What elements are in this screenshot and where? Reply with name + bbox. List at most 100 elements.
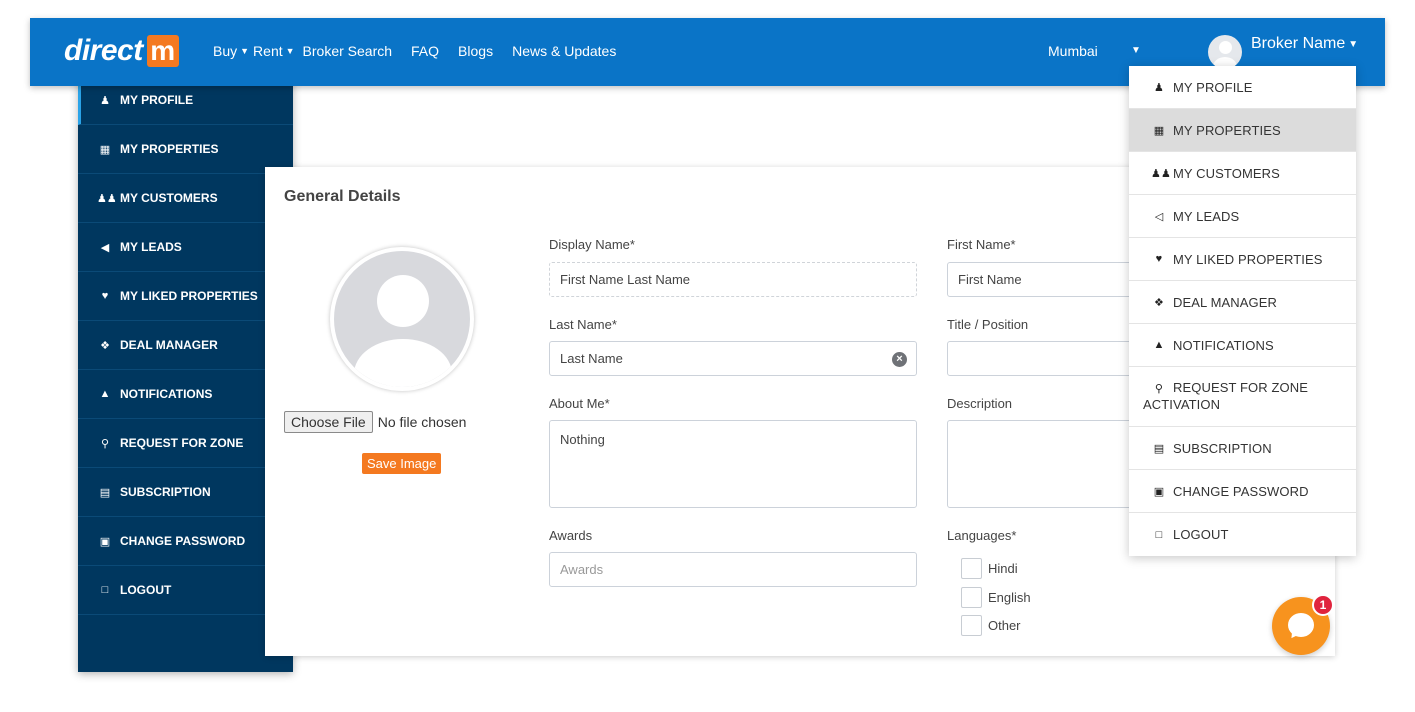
first-name-value: First Name xyxy=(958,272,1022,287)
logo-text: direct xyxy=(64,34,143,67)
section-title: General Details xyxy=(284,188,401,205)
nav-blogs[interactable]: Blogs xyxy=(458,43,493,59)
user-dropdown-menu: ♟ MY PROFILE ▦ MY PROPERTIES ♟♟ MY CUSTOMER… xyxy=(1129,66,1356,556)
awards-placeholder: Awards xyxy=(560,562,604,577)
menu-item-label: MY PROFILE xyxy=(1173,79,1253,95)
other-label: Other xyxy=(988,618,1021,633)
menu-item-label: CHANGE PASSWORD xyxy=(1173,483,1309,499)
nav-faq[interactable]: FAQ xyxy=(411,43,439,59)
menu-item-request-for-zone-activation[interactable]: ⚲ REQUEST FOR ZONE ACTIVATION xyxy=(1129,367,1356,427)
description-textarea[interactable] xyxy=(947,420,1137,508)
display-name-value: First Name Last Name xyxy=(560,272,691,287)
language-option-other[interactable]: Other xyxy=(961,615,1021,636)
city-selector[interactable]: Mumbai xyxy=(1048,43,1098,59)
menu-item-my-properties[interactable]: ▦ MY PROPERTIES xyxy=(1129,109,1356,152)
menu-item-my-leads[interactable]: ◁ MY LEADS xyxy=(1129,195,1356,238)
awards-field[interactable]: Awards xyxy=(549,552,917,587)
user-menu-toggle[interactable]: Broker Name ▼ xyxy=(1251,35,1358,53)
menu-item-deal-manager[interactable]: ❖ DEAL MANAGER xyxy=(1129,281,1356,324)
menu-item-logout[interactable]: □ LOGOUT xyxy=(1129,513,1356,556)
menu-item-my-customers[interactable]: ♟♟ MY CUSTOMERS xyxy=(1129,152,1356,195)
profile-photo-placeholder xyxy=(330,247,474,391)
city-caret-down-icon[interactable]: ▼ xyxy=(1131,45,1141,56)
sidebar: ♟ MY PROFILE ▦ MY PROPERTIES ♟♟ MY CUSTOMER… xyxy=(78,76,293,672)
title-position-field[interactable] xyxy=(947,341,1137,376)
language-option-hindi[interactable]: Hindi xyxy=(961,558,1018,579)
sidebar-item-my-leads[interactable]: ◀ MY LEADS xyxy=(78,223,293,272)
sidebar-item-deal-manager[interactable]: ❖ DEAL MANAGER xyxy=(78,321,293,370)
user-name: Broker Name xyxy=(1251,35,1346,52)
chat-widget-button[interactable]: 1 xyxy=(1272,594,1334,655)
menu-item-notifications[interactable]: ▲ NOTIFICATIONS xyxy=(1129,324,1356,367)
choose-file-button[interactable]: Choose File xyxy=(284,411,373,433)
user-avatar[interactable] xyxy=(1208,35,1242,69)
last-name-field[interactable]: Last Name × xyxy=(549,341,917,376)
menu-item-label-line1: ⚲ REQUEST FOR ZONE xyxy=(1143,380,1356,397)
photo-body-shape xyxy=(354,339,452,387)
hindi-checkbox[interactable] xyxy=(961,558,982,579)
caret-down-icon: ▼ xyxy=(1348,38,1359,50)
menu-item-label: SUBSCRIPTION xyxy=(1173,440,1272,456)
save-image-button[interactable]: Save Image xyxy=(362,453,442,474)
nav-broker-search[interactable]: Broker Search xyxy=(303,43,392,59)
about-me-textarea[interactable]: Nothing xyxy=(549,420,917,508)
hindi-label: Hindi xyxy=(988,561,1018,576)
sidebar-item-request-for-zone[interactable]: ⚲ REQUEST FOR ZONE xyxy=(78,419,293,468)
users-icon: ♟♟ xyxy=(1151,167,1171,180)
sidebar-item-label: LOGOUT xyxy=(120,583,172,597)
nav-rent[interactable]: Rent ▼ xyxy=(253,43,295,59)
nav-news-updates[interactable]: News & Updates xyxy=(512,43,616,59)
user-icon: ♟ xyxy=(100,94,110,107)
sidebar-item-label: NOTIFICATIONS xyxy=(120,387,213,401)
key-icon: ⚲ xyxy=(100,437,110,450)
heart-icon: ♥ xyxy=(101,290,109,302)
logo[interactable]: direct m xyxy=(64,35,179,67)
first-name-label: First Name* xyxy=(947,237,1016,252)
menu-item-label: REQUEST FOR ZONE xyxy=(1173,380,1308,395)
sidebar-item-my-customers[interactable]: ♟♟ MY CUSTOMERS xyxy=(78,174,293,223)
menu-item-subscription[interactable]: ▤ SUBSCRIPTION xyxy=(1129,427,1356,470)
nav-buy[interactable]: Buy ▼ xyxy=(213,43,249,59)
menu-item-my-profile[interactable]: ♟ MY PROFILE xyxy=(1129,66,1356,109)
sidebar-item-label: SUBSCRIPTION xyxy=(120,485,211,499)
sidebar-item-subscription[interactable]: ▤ SUBSCRIPTION xyxy=(78,468,293,517)
caret-down-icon: ▼ xyxy=(285,46,295,56)
display-name-field[interactable]: First Name Last Name xyxy=(549,262,917,297)
file-status-text: No file chosen xyxy=(377,414,467,430)
english-checkbox[interactable] xyxy=(961,587,982,608)
about-me-label: About Me* xyxy=(549,396,610,411)
menu-item-label: MY LIKED PROPERTIES xyxy=(1173,251,1323,267)
about-me-value: Nothing xyxy=(560,432,605,447)
awards-label: Awards xyxy=(549,528,593,543)
sidebar-item-my-properties[interactable]: ▦ MY PROPERTIES xyxy=(78,125,293,174)
logo-mark: m xyxy=(146,35,179,67)
chat-unread-badge: 1 xyxy=(1312,594,1334,616)
first-name-field[interactable]: First Name xyxy=(947,262,1137,297)
handshake-icon: ❖ xyxy=(100,339,110,352)
users-icon: ♟♟ xyxy=(97,192,117,205)
menu-item-label: NOTIFICATIONS xyxy=(1173,337,1274,353)
menu-item-my-liked-properties[interactable]: ♥ MY LIKED PROPERTIES xyxy=(1129,238,1356,281)
menu-item-label: DEAL MANAGER xyxy=(1173,294,1278,310)
sidebar-item-logout[interactable]: □ LOGOUT xyxy=(78,566,293,615)
menu-item-label: LOGOUT xyxy=(1173,527,1229,542)
clear-input-icon[interactable]: × xyxy=(892,352,907,367)
sidebar-item-my-liked-properties[interactable]: ♥ MY LIKED PROPERTIES xyxy=(78,272,293,321)
id-card-icon: ▤ xyxy=(1153,442,1165,455)
lock-icon: ▣ xyxy=(1153,485,1165,498)
menu-item-label: MY CUSTOMERS xyxy=(1173,165,1280,181)
key-icon: ⚲ xyxy=(1154,383,1164,395)
other-checkbox[interactable] xyxy=(961,615,982,636)
building-icon: ▦ xyxy=(99,143,111,156)
unlock-icon: □ xyxy=(1155,528,1163,541)
bell-icon: ▲ xyxy=(99,388,111,400)
language-option-english[interactable]: English xyxy=(961,587,1031,608)
file-chooser: Choose File No file chosen xyxy=(284,411,466,433)
id-card-icon: ▤ xyxy=(99,486,111,499)
sidebar-item-notifications[interactable]: ▲ NOTIFICATIONS xyxy=(78,370,293,419)
sidebar-item-label: MY LEADS xyxy=(120,240,182,254)
menu-item-change-password[interactable]: ▣ CHANGE PASSWORD xyxy=(1129,470,1356,513)
display-name-label: Display Name* xyxy=(549,237,635,252)
nav-buy-label: Buy xyxy=(213,43,238,59)
sidebar-item-change-password[interactable]: ▣ CHANGE PASSWORD xyxy=(78,517,293,566)
